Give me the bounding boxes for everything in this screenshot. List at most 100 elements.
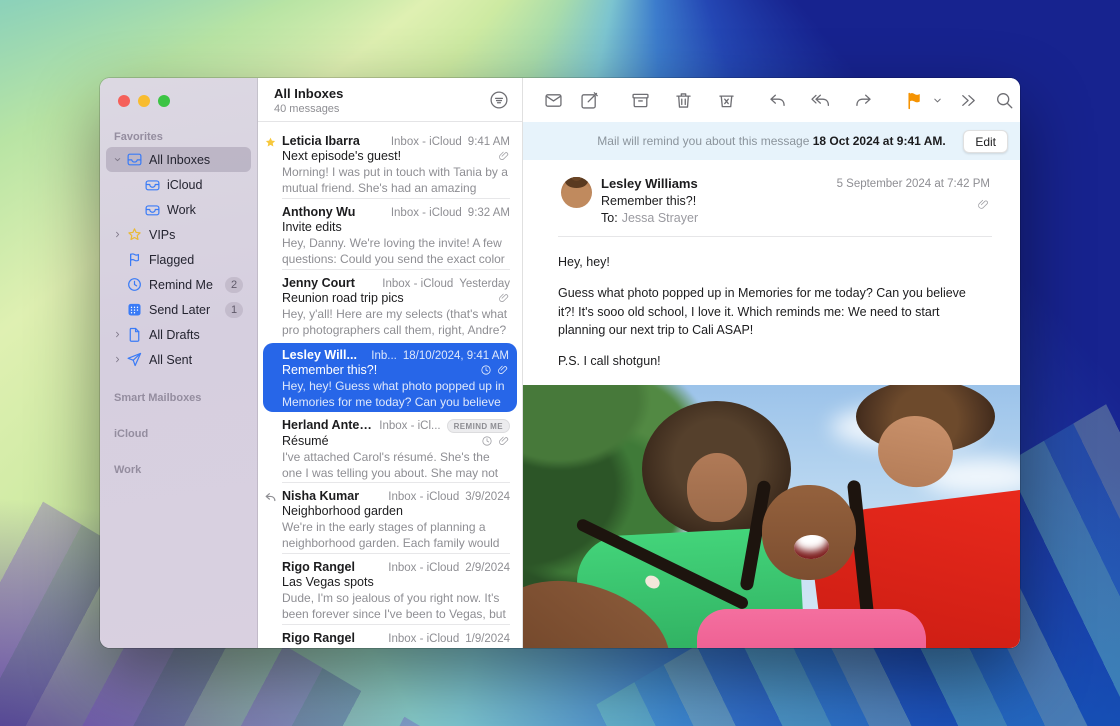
message-list-pane: All Inboxes 40 messages Leticia IbarraIn… [258,78,523,648]
forward-button[interactable] [853,88,874,112]
message-subject: Résumé [282,434,329,448]
chevron-right-icon[interactable] [108,230,126,239]
archive-icon [630,90,651,111]
search-icon [994,90,1015,111]
message-row-anthony-wu-1[interactable]: Anthony WuInbox - iCloud9:32 AMInvite ed… [258,199,522,270]
message-subject: Neighborhood garden [282,504,403,518]
message-subject: Invite edits [282,220,342,234]
message-date: 2/9/2024 [465,562,510,574]
edit-reminder-button[interactable]: Edit [963,130,1008,153]
message-meta: Inb... 18/10/2024, 9:41 AM [365,350,509,362]
message-row-rigo-rangel-6[interactable]: Rigo RangelInbox - iCloud2/9/2024Las Veg… [258,554,522,625]
sidebar-section-icloud: iCloud [100,422,257,444]
reply-all-button[interactable] [810,88,831,112]
message-row-rigo-rangel-7[interactable]: Rigo RangelInbox - iCloud1/9/2024 [258,625,522,648]
message-subject: Remember this?! [601,194,990,208]
reply-button[interactable] [767,88,788,112]
compose-button[interactable] [579,88,600,112]
trash-button[interactable] [673,88,694,112]
chevron-right-icon[interactable] [108,330,126,339]
filter-button[interactable] [488,89,510,111]
message-date: Yesterday [459,278,510,290]
message-subject: Next episode's guest! [282,149,401,163]
mail-window: FavoritesAll Inboxes iCloud WorkVIPsFlagge… [100,78,1020,648]
message-row-lesley-will-3[interactable]: Lesley Will...Inb...18/10/2024, 9:41 AMR… [263,343,517,412]
message-row-icons [492,150,510,162]
message-preview: Dude, I'm so jealous of you right now. I… [282,591,510,622]
close-button[interactable] [118,95,130,107]
sidebar-item-work[interactable]: Work [106,197,251,222]
sidebar-item-all-sent[interactable]: All Sent [106,347,251,372]
sidebar-item-label: iCloud [167,178,202,192]
message-row-herland-antezana-4[interactable]: Herland AntezanaInbox - iCl...REMIND MER… [258,412,522,483]
clock-glyph [126,276,143,293]
sender-name: Nisha Kumar [282,489,359,503]
flag-icon [904,90,925,111]
message-count: 40 messages [274,103,339,115]
message-subject: Reunion road trip pics [282,291,404,305]
body-paragraph: P.S. I call shotgun! [558,352,984,371]
clock-icon [480,364,492,376]
message-date: 3/9/2024 [465,491,510,503]
photo-attachment[interactable] [523,385,1020,648]
sidebar-item-send-later[interactable]: Send Later1 [106,297,251,322]
sidebar-item-vips[interactable]: VIPs [106,222,251,247]
reminder-text: Mail will remind you about this message … [597,134,945,148]
zoom-button[interactable] [158,95,170,107]
minimize-button[interactable] [138,95,150,107]
mailbox-label: Inbox - iCloud [382,278,453,290]
junk-button[interactable] [716,88,737,112]
sidebar-item-all-inboxes[interactable]: All Inboxes [106,147,251,172]
inbox-glyph [144,176,161,193]
clock-icon [481,435,493,447]
mailbox-label: Inbox - iCloud [391,136,462,148]
chevron-right-icon [113,330,122,339]
envelope-icon [543,90,564,111]
sender-name: Anthony Wu [282,205,355,219]
sidebar-item-flagged[interactable]: Flagged [106,247,251,272]
message-meta: Inbox - iCl...REMIND ME [373,419,510,433]
paperclip-icon [498,150,510,162]
body-paragraph: Guess what photo popped up in Memories f… [558,284,984,340]
double-chevron-right-icon [958,90,979,111]
star-glyph [126,226,143,243]
sidebar-list: FavoritesAll Inboxes iCloud WorkVIPsFlagge… [100,125,257,480]
chevron-down-icon[interactable] [108,155,126,164]
message-preview: Hey, Danny. We're loving the invite! A f… [282,236,510,267]
mark-unread-button[interactable] [543,88,564,112]
message-date: 9:41 AM [468,136,510,148]
flag-button[interactable] [904,88,925,112]
message-row-nisha-kumar-5[interactable]: Nisha KumarInbox - iCloud3/9/2024Neighbo… [258,483,522,554]
message-row-leticia-ibarra-0[interactable]: Leticia IbarraInbox - iCloud9:41 AMNext … [258,128,522,199]
trash-icon [673,90,694,111]
archive-button[interactable] [630,88,651,112]
sidebar: FavoritesAll Inboxes iCloud WorkVIPsFlagge… [100,78,258,648]
recipient-name[interactable]: Jessa Strayer [622,211,698,225]
mailbox-label: Inb... [371,350,397,362]
inbox-glyph [144,201,161,218]
tray-glyph [126,151,143,168]
chevron-right-icon[interactable] [108,355,126,364]
search-button[interactable] [994,88,1015,112]
reminder-date: 18 Oct 2024 at 9:41 AM. [813,134,946,148]
flag-icon [126,251,143,268]
compose-icon [579,90,600,111]
sidebar-item-label: All Sent [149,353,192,367]
sidebar-item-remind-me[interactable]: Remind Me2 [106,272,251,297]
more-toolbar-items-button[interactable] [958,88,979,112]
sidebar-section-favorites: Favorites [100,125,257,147]
filter-icon [488,89,510,111]
inbox-icon [144,201,161,218]
attachment-icon [977,198,990,216]
message-date: 9:32 AM [468,207,510,219]
sender-avatar[interactable] [561,177,592,208]
unread-badge: 1 [225,302,243,318]
flag-menu-button[interactable] [932,88,943,112]
message-subject: Las Vegas spots [282,575,374,589]
sidebar-item-icloud[interactable]: iCloud [106,172,251,197]
reminder-banner: Mail will remind you about this message … [523,122,1020,160]
message-date: 18/10/2024, 9:41 AM [403,350,509,362]
message-preview: I've attached Carol's résumé. She's the … [282,450,510,481]
sidebar-item-all-drafts[interactable]: All Drafts [106,322,251,347]
message-row-jenny-court-2[interactable]: Jenny CourtInbox - iCloudYesterdayReunio… [258,270,522,341]
